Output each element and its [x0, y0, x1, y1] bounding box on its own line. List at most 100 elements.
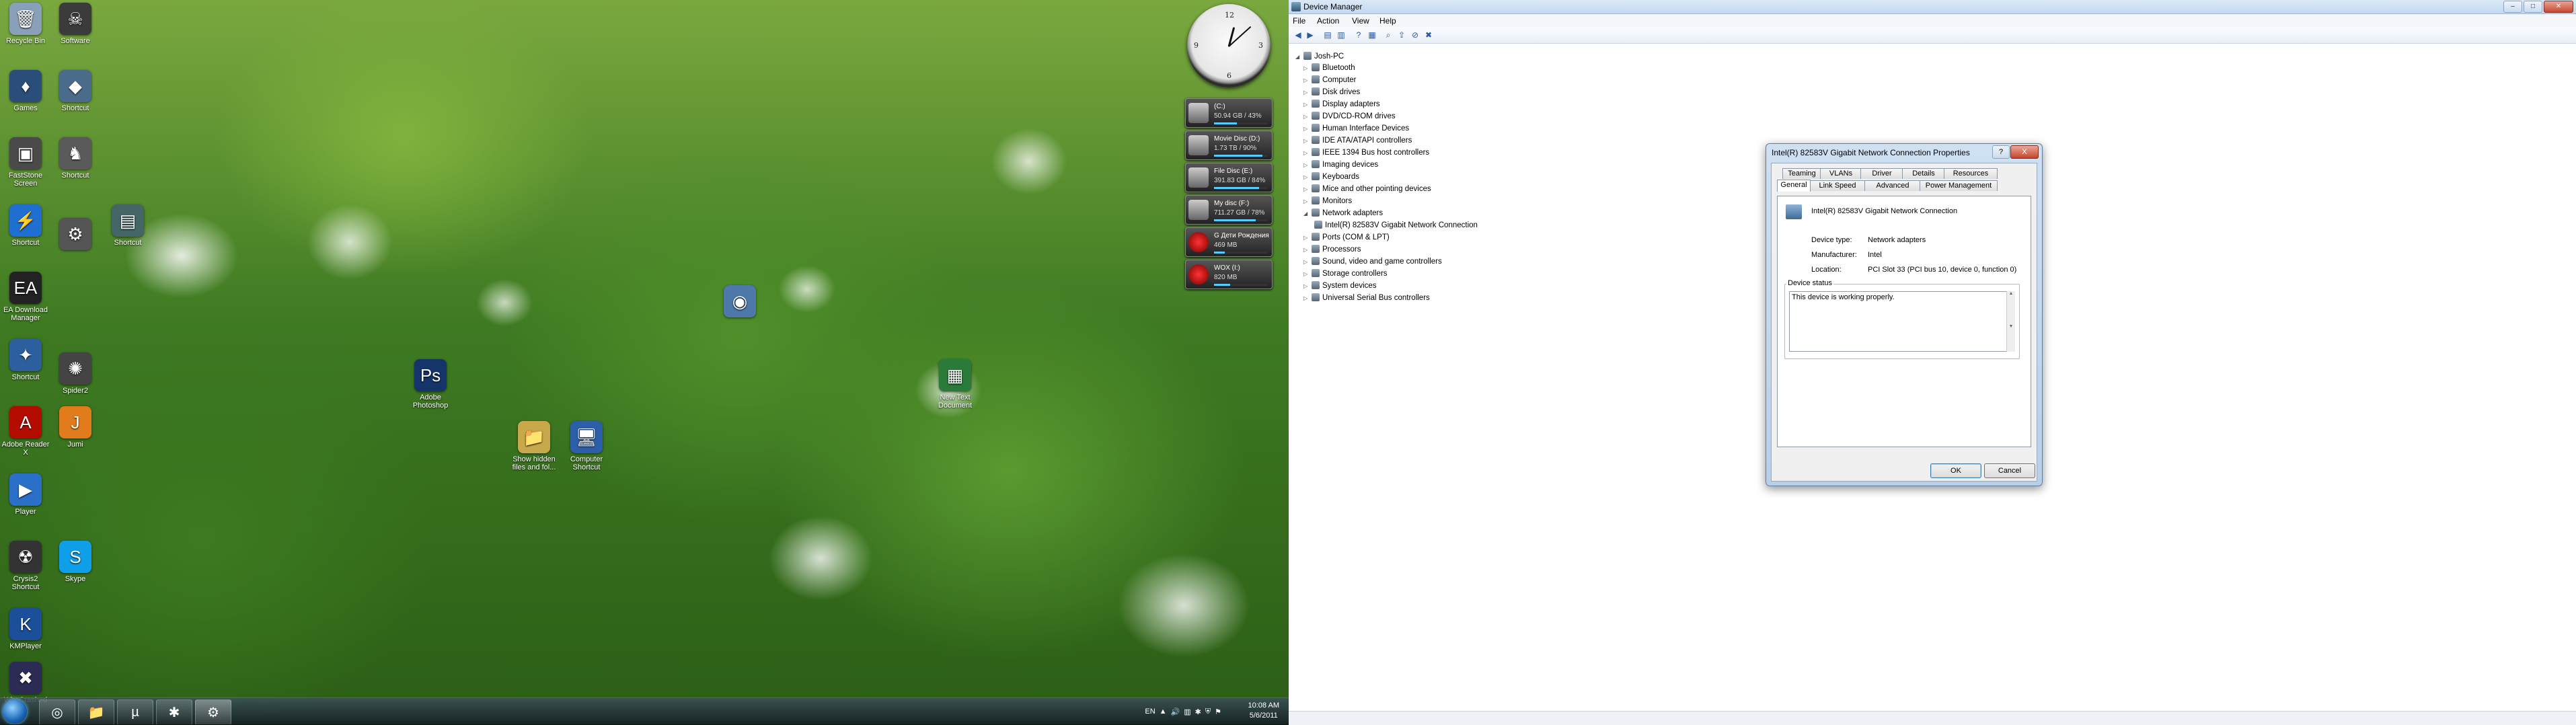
tree-category-item[interactable]: ▷ Imaging devices	[1303, 159, 1378, 171]
language-indicator[interactable]: EN	[1145, 708, 1155, 716]
desktop-icon[interactable]: ⚙	[48, 218, 102, 252]
desktop-icon[interactable]: ▶ Player	[0, 473, 52, 516]
security-icon[interactable]: ⛨	[1205, 708, 1211, 716]
tab-advanced[interactable]: Advanced	[1864, 180, 1921, 191]
desktop-icon[interactable]: ◉	[713, 285, 767, 319]
desktop-icon[interactable]: ♞ Shortcut	[48, 137, 102, 180]
expand-icon[interactable]: ▷	[1303, 184, 1310, 195]
tree-device-item[interactable]: Intel(R) 82583V Gigabit Network Connecti…	[1313, 220, 1478, 231]
dialog-close-button[interactable]: X	[2010, 145, 2039, 159]
expand-icon[interactable]: ▷	[1303, 293, 1310, 304]
bluetooth-button[interactable]: ✱	[156, 699, 192, 724]
drive-item[interactable]: G Дети Рождения 469 MB	[1185, 227, 1273, 257]
help-button[interactable]: ?	[1992, 145, 2010, 159]
collapse-icon[interactable]: ◢	[1295, 51, 1302, 63]
tree-category-item[interactable]: ▷ Sound, video and game controllers	[1303, 256, 1442, 268]
device-manager-button[interactable]: ⚙	[195, 699, 231, 724]
tree-category-item[interactable]: ◢ Network adapters	[1303, 208, 1383, 219]
expand-icon[interactable]: ▷	[1303, 268, 1310, 280]
menu-action[interactable]: Action	[1317, 16, 1339, 26]
properties-icon[interactable]: ▦	[1367, 30, 1377, 40]
minimize-button[interactable]: –	[2503, 1, 2522, 13]
taskbar-clock[interactable]: 10:08 AM 5/6/2011	[1248, 701, 1279, 721]
tab-vlans[interactable]: VLANs	[1820, 168, 1862, 179]
tree-category-item[interactable]: ▷ Computer	[1303, 75, 1357, 86]
utorrent-button[interactable]: µ	[117, 699, 153, 724]
ok-button[interactable]: OK	[1930, 463, 1981, 478]
status-scrollbar[interactable]: ▲ ▼	[2006, 291, 2015, 352]
expand-icon[interactable]: ▷	[1303, 244, 1310, 256]
expand-icon[interactable]: ▷	[1303, 159, 1310, 171]
desktop-icon[interactable]: 🗑 Recycle Bin	[0, 3, 52, 45]
tab-resources[interactable]: Resources	[1944, 168, 1998, 179]
expand-icon[interactable]: ▷	[1303, 111, 1310, 122]
desktop-icon[interactable]: S Skype	[48, 541, 102, 583]
help-icon[interactable]: ?	[1353, 30, 1364, 40]
start-button[interactable]	[3, 699, 27, 724]
expand-icon[interactable]: ▷	[1303, 147, 1310, 159]
show-hide-tree-icon[interactable]: ▥	[1336, 30, 1347, 40]
drive-item[interactable]: Movie Disc (D:) 1.73 TB / 90%	[1185, 130, 1273, 160]
desktop-icon[interactable]: 📁 Show hidden files and fol...	[507, 421, 561, 471]
tree-category-item[interactable]: ▷ DVD/CD-ROM drives	[1303, 111, 1396, 122]
desktop-icon[interactable]: ▣ FastStone Screen	[0, 137, 52, 188]
chrome-button[interactable]: ◎	[39, 699, 75, 724]
menu-file[interactable]: File	[1293, 16, 1305, 26]
bluetooth-tray-icon[interactable]: ✱	[1195, 708, 1201, 716]
expand-icon[interactable]: ▷	[1303, 87, 1310, 98]
desktop-icon[interactable]: J Jumi	[48, 406, 102, 449]
drive-item[interactable]: My disc (F:) 711.27 GB / 78%	[1185, 195, 1273, 225]
expand-icon[interactable]: ▷	[1303, 196, 1310, 207]
drive-item[interactable]: WOX (I:) 820 MB	[1185, 260, 1273, 289]
uninstall-icon[interactable]: ✖	[1423, 30, 1434, 40]
desktop-icon[interactable]: ⚡ Shortcut	[0, 204, 52, 247]
tab-link-speed[interactable]: Link Speed	[1809, 180, 1866, 191]
collapse-icon[interactable]: ◢	[1303, 208, 1310, 219]
tree-category-item[interactable]: ▷ Disk drives	[1303, 87, 1360, 98]
expand-icon[interactable]: ▷	[1303, 256, 1310, 268]
tree-category-item[interactable]: ▷ Processors	[1303, 244, 1361, 256]
volume-icon[interactable]: 🔊	[1171, 708, 1180, 716]
tab-driver[interactable]: Driver	[1860, 168, 1903, 179]
device-status-text[interactable]: This device is working properly.	[1789, 291, 2010, 352]
menu-help[interactable]: Help	[1379, 16, 1396, 26]
up-icon[interactable]: ▤	[1322, 30, 1333, 40]
desktop-icon[interactable]: ☢ Crysis2 Shortcut	[0, 541, 52, 591]
maximize-button[interactable]: □	[2524, 1, 2542, 13]
desktop-icon[interactable]: EA EA Download Manager	[0, 272, 52, 322]
desktop-icon[interactable]: Ps Adobe Photoshop	[404, 359, 457, 410]
tab-power-management[interactable]: Power Management	[1920, 180, 1998, 191]
expand-icon[interactable]: ▷	[1303, 123, 1310, 135]
desktop-icon[interactable]: 🖥 Computer Shortcut	[560, 421, 613, 471]
tree-root[interactable]: ◢ Josh-PC	[1295, 51, 1344, 63]
expand-icon[interactable]: ▷	[1303, 63, 1310, 74]
network-icon[interactable]: ▥	[1184, 708, 1190, 716]
desktop-icon[interactable]: ✦ Shortcut	[0, 339, 52, 381]
update-driver-icon[interactable]: ⇪	[1396, 30, 1407, 40]
menu-view[interactable]: View	[1352, 16, 1369, 26]
drive-item[interactable]: (C:) 50.94 GB / 43%	[1185, 98, 1273, 128]
expand-icon[interactable]: ▷	[1303, 99, 1310, 110]
disable-icon[interactable]: ⊘	[1410, 30, 1420, 40]
desktop-icon[interactable]: ☠ Software	[48, 3, 102, 45]
cancel-button[interactable]: Cancel	[1984, 463, 2035, 478]
tray-arrow-icon[interactable]: ▲	[1160, 708, 1167, 716]
expand-icon[interactable]: ▷	[1303, 280, 1310, 292]
tree-category-item[interactable]: ▷ Universal Serial Bus controllers	[1303, 293, 1430, 304]
tab-general[interactable]: General	[1777, 180, 1811, 192]
desktop-icon[interactable]: ◆ Shortcut	[48, 70, 102, 112]
close-button[interactable]: ✕	[2544, 1, 2573, 13]
expand-icon[interactable]: ▷	[1303, 171, 1310, 183]
tab-details[interactable]: Details	[1902, 168, 1945, 179]
drive-item[interactable]: File Disc (E:) 391.83 GB / 84%	[1185, 163, 1273, 192]
tree-category-item[interactable]: ▷ IDE ATA/ATAPI controllers	[1303, 135, 1412, 147]
back-icon[interactable]: ◀	[1293, 30, 1303, 40]
tree-category-item[interactable]: ▷ Bluetooth	[1303, 63, 1355, 74]
tree-category-item[interactable]: ▷ Keyboards	[1303, 171, 1359, 183]
explorer-button[interactable]: 📁	[78, 699, 114, 724]
forward-icon[interactable]: ▶	[1305, 30, 1316, 40]
expand-icon[interactable]: ▷	[1303, 232, 1310, 243]
tree-category-item[interactable]: ▷ Monitors	[1303, 196, 1352, 207]
tree-category-item[interactable]: ▷ IEEE 1394 Bus host controllers	[1303, 147, 1429, 159]
tree-category-item[interactable]: ▷ Display adapters	[1303, 99, 1380, 110]
